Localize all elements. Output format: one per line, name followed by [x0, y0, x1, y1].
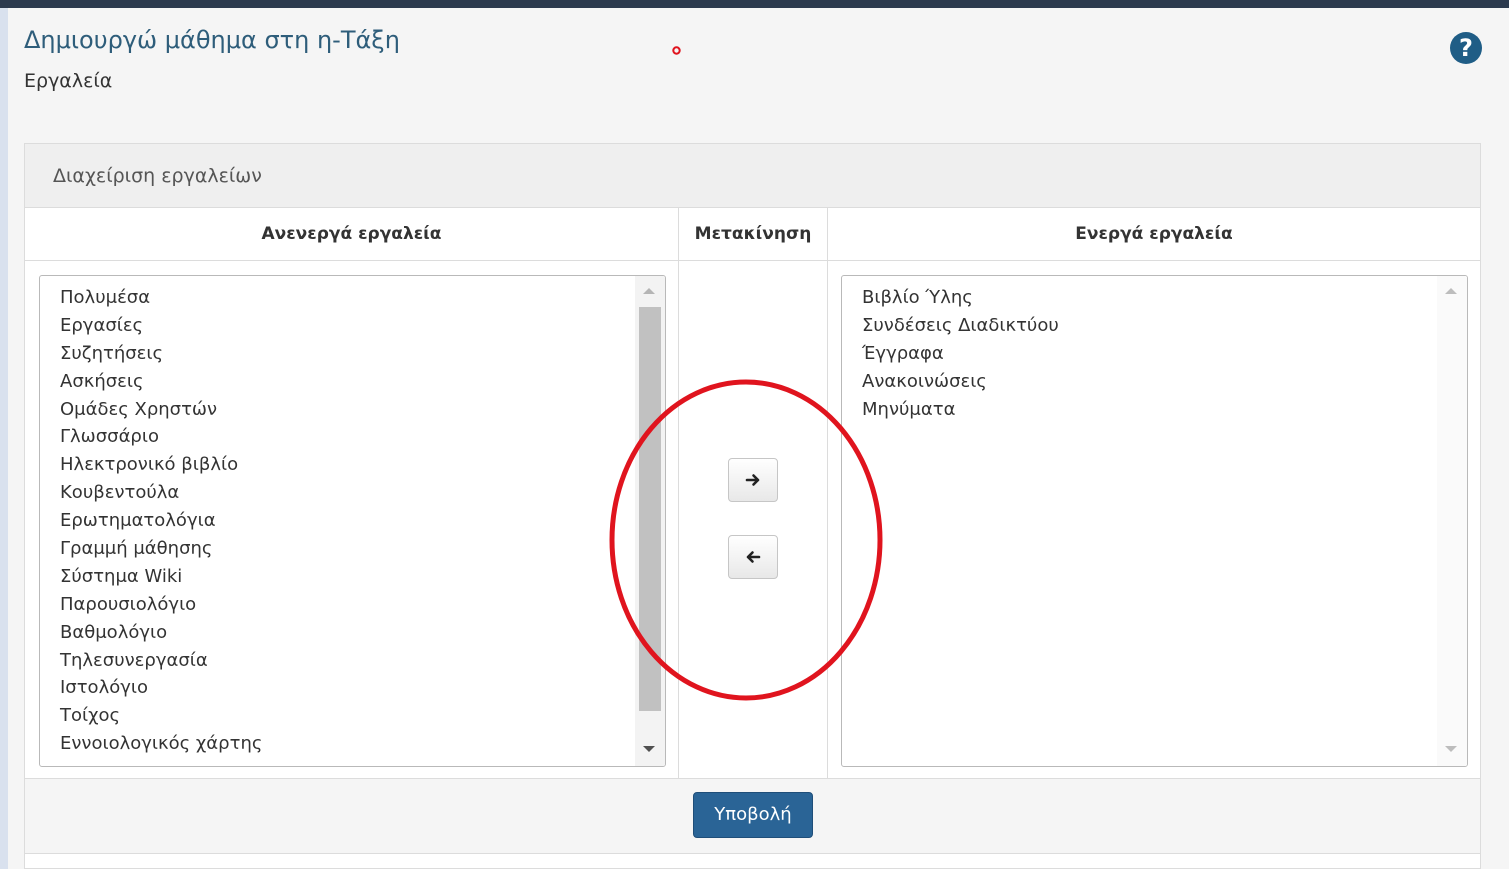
list-item[interactable]: Εργασίες — [60, 312, 631, 340]
list-item[interactable]: Ομάδες Χρηστών — [60, 396, 631, 424]
submit-button[interactable]: Υποβολή — [693, 792, 813, 838]
arrow-right-icon — [745, 474, 760, 486]
list-item[interactable]: Βιβλίο Ύλης — [862, 284, 1433, 312]
panel-footer: Υποβολή — [25, 778, 1480, 854]
tools-panel: Διαχείριση εργαλείων Ανενεργά εργαλεία Μ… — [24, 143, 1481, 869]
list-item[interactable]: Σύστημα Wiki — [60, 563, 631, 591]
move-right-button[interactable] — [728, 458, 778, 502]
list-item[interactable]: Ασκήσεις — [60, 368, 631, 396]
list-item[interactable]: Τηλεσυνεργασία — [60, 647, 631, 675]
inactive-list-scrollbar[interactable] — [635, 276, 665, 766]
inactive-tools-listbox[interactable]: Πολυμέσα Εργασίες Συζητήσεις Ασκήσεις Ομάδες… — [39, 275, 666, 767]
arrow-left-icon — [746, 551, 761, 563]
move-left-button[interactable] — [728, 535, 778, 579]
active-tools-list: Βιβλίο Ύλης Συνδέσεις Διαδικτύου Έγγραφα Αν… — [862, 284, 1433, 423]
list-item[interactable]: Γραμμή μάθησης — [60, 535, 631, 563]
list-item[interactable]: Ιστολόγιο — [60, 674, 631, 702]
list-item[interactable]: Ανακοινώσεις — [862, 368, 1433, 396]
active-tools-listbox[interactable]: Βιβλίο Ύλης Συνδέσεις Διαδικτύου Έγγραφα Αν… — [841, 275, 1468, 767]
list-item[interactable]: Συζητήσεις — [60, 340, 631, 368]
list-item[interactable]: Γλωσσάριο — [60, 423, 631, 451]
left-edge-strip — [0, 8, 8, 869]
page-title: Δημιουργώ μάθημα στη η-Τάξη — [24, 26, 400, 54]
list-item[interactable]: Συνδέσεις Διαδικτύου — [862, 312, 1433, 340]
scroll-down-arrow-icon[interactable] — [1445, 746, 1457, 752]
list-item[interactable]: Έγγραφα — [862, 340, 1433, 368]
scroll-up-arrow-icon[interactable] — [643, 288, 655, 294]
inactive-tools-header: Ανενεργά εργαλεία — [25, 208, 678, 261]
scroll-thumb[interactable] — [639, 307, 661, 711]
list-item[interactable]: Τοίχος — [60, 702, 631, 730]
list-item[interactable]: Μηνύματα — [862, 396, 1433, 424]
active-list-scrollbar[interactable] — [1437, 276, 1467, 766]
list-item[interactable]: Πολυμέσα — [60, 284, 631, 312]
column-divider — [827, 208, 828, 778]
panel-heading: Διαχείριση εργαλείων — [25, 144, 1480, 208]
scroll-down-arrow-icon[interactable] — [643, 746, 655, 752]
active-tools-header: Ενεργά εργαλεία — [828, 208, 1480, 261]
top-bar — [0, 0, 1509, 8]
list-item[interactable]: Παρουσιολόγιο — [60, 591, 631, 619]
list-item[interactable]: Βαθμολόγιο — [60, 619, 631, 647]
scroll-up-arrow-icon[interactable] — [1445, 288, 1457, 294]
list-item[interactable]: Ερωτηματολόγια — [60, 507, 631, 535]
move-header: Μετακίνηση — [679, 208, 827, 261]
inactive-tools-list: Πολυμέσα Εργασίες Συζητήσεις Ασκήσεις Ομάδες… — [60, 284, 631, 758]
list-item[interactable]: Κουβεντούλα — [60, 479, 631, 507]
page-subtitle: Εργαλεία — [24, 70, 113, 92]
list-item[interactable]: Εννοιολογικός χάρτης — [60, 730, 631, 758]
help-icon[interactable]: ? — [1450, 32, 1482, 64]
list-item[interactable]: Ηλεκτρονικό βιβλίο — [60, 451, 631, 479]
column-divider — [678, 208, 679, 778]
annotation-dot — [672, 46, 681, 55]
page-content: Δημιουργώ μάθημα στη η-Τάξη Εργαλεία ? Δ… — [8, 8, 1509, 869]
